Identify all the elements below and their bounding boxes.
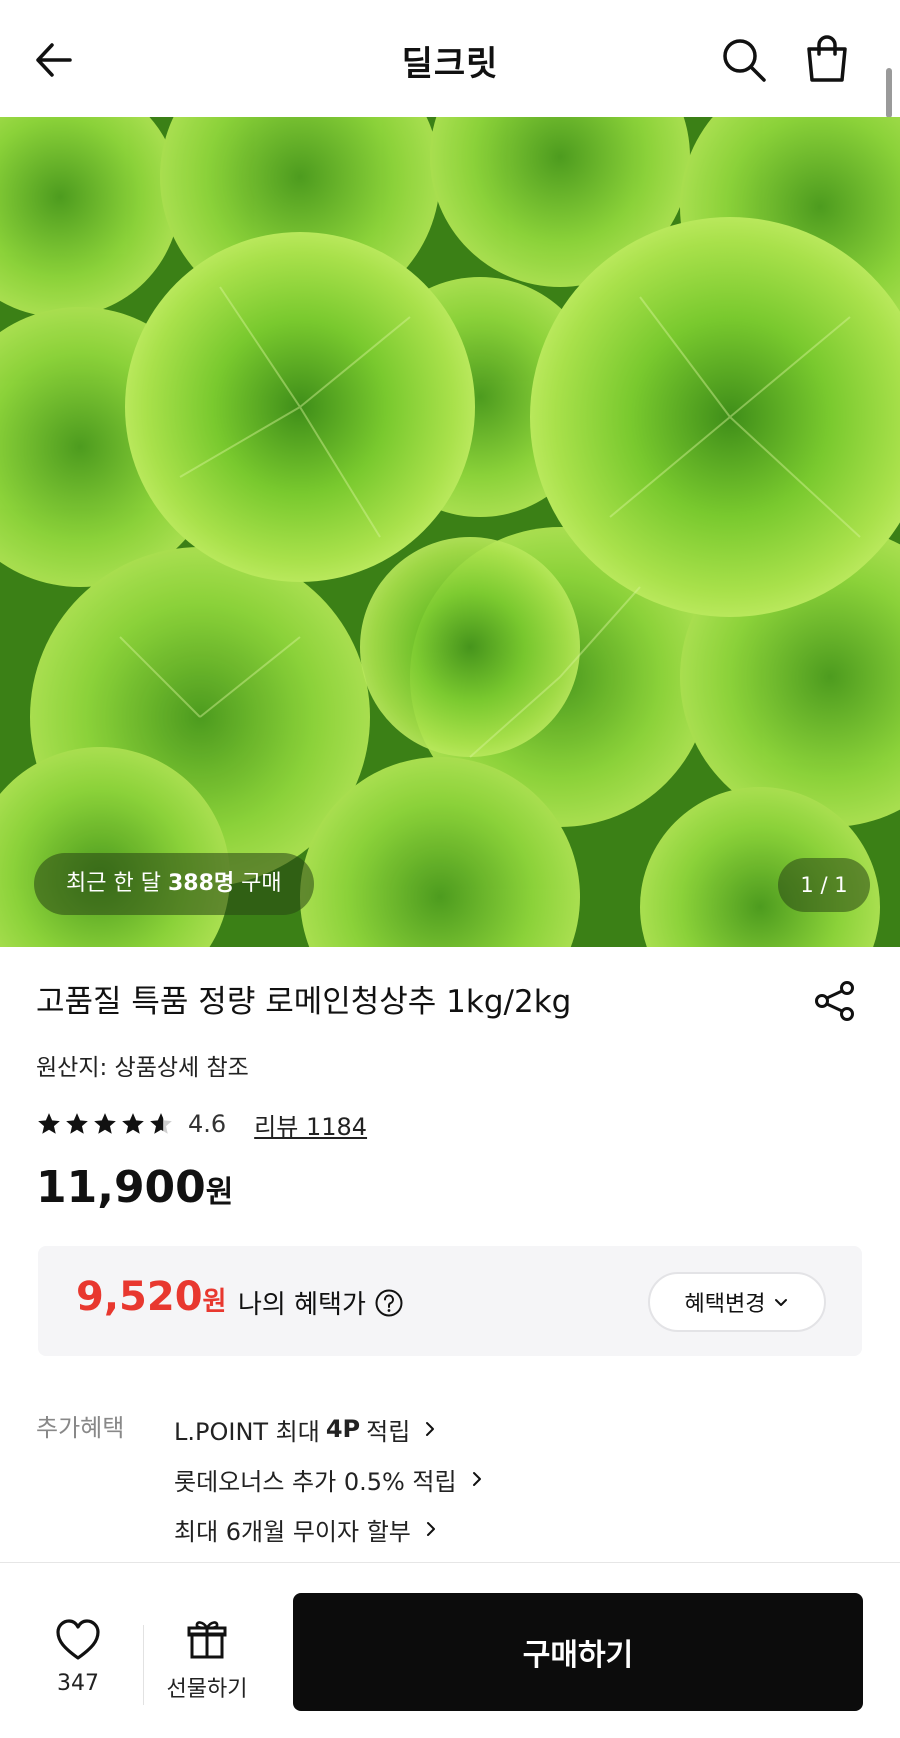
scrollbar[interactable] <box>886 68 892 118</box>
top-header: 딜크릿 <box>0 0 900 117</box>
change-benefit-label: 혜택변경 <box>684 1292 766 1317</box>
benefit-lpoint[interactable]: L.POINT 최대 4P 적립 <box>174 1404 485 1454</box>
question-circle-icon[interactable] <box>374 1288 404 1318</box>
buy-button[interactable]: 구매하기 <box>293 1593 863 1711</box>
product-image[interactable]: 최근 한 달 388명 구매 1 / 1 <box>0 117 900 947</box>
benefit-highlight: 4P <box>325 1415 361 1443</box>
like-button[interactable]: 347 <box>40 1617 116 1696</box>
rating-value: 4.6 <box>188 1110 227 1138</box>
original-price: 11,900원 <box>36 1162 233 1213</box>
share-icon[interactable] <box>812 978 858 1024</box>
recent-count: 388명 <box>167 871 235 896</box>
review-link[interactable]: 리뷰 1184 <box>254 1107 367 1142</box>
gift-icon <box>187 1621 227 1659</box>
benefit-text: L.POINT 최대 <box>174 1417 320 1446</box>
benefit-price: 9,520원 <box>76 1274 226 1320</box>
benefit-suffix: 적립 <box>366 1417 411 1446</box>
benefit-lotte-owners[interactable]: 롯데오너스 추가 0.5% 적립 <box>174 1454 485 1504</box>
half-star-icon <box>150 1113 172 1134</box>
change-benefit-button[interactable]: 혜택변경 <box>648 1272 826 1332</box>
benefit-price-unit: 원 <box>202 1287 227 1317</box>
star-icon <box>94 1113 116 1134</box>
divider <box>143 1625 144 1705</box>
price-unit: 원 <box>205 1175 234 1210</box>
star-icon <box>66 1113 88 1134</box>
recent-purchase-badge: 최근 한 달 388명 구매 <box>34 853 314 915</box>
recent-prefix: 최근 한 달 <box>66 871 161 896</box>
search-icon[interactable] <box>718 34 770 86</box>
price-amount: 11,900 <box>36 1162 206 1213</box>
star-rating <box>36 1111 174 1137</box>
extra-benefits-label: 추가혜택 <box>36 1414 125 1442</box>
benefit-text: 롯데오너스 추가 0.5% 적립 <box>174 1467 457 1496</box>
star-icon <box>122 1113 144 1134</box>
gift-button[interactable]: 선물하기 <box>158 1617 256 1703</box>
benefit-label: 나의 혜택가 <box>238 1284 404 1321</box>
benefit-installment[interactable]: 최대 6개월 무이자 할부 <box>174 1504 485 1554</box>
chevron-down-icon <box>775 1299 788 1306</box>
image-page-indicator: 1 / 1 <box>778 858 870 912</box>
benefit-price-box: 9,520원 나의 혜택가 혜택변경 <box>38 1246 862 1356</box>
product-title: 고품질 특품 정량 로메인청상추 1kg/2kg <box>36 984 572 1020</box>
origin-text: 원산지: 상품상세 참조 <box>36 1055 249 1081</box>
bottom-action-bar: 347 선물하기 구매하기 <box>0 1562 900 1738</box>
heart-icon <box>56 1619 100 1660</box>
extra-benefits-list: L.POINT 최대 4P 적립 롯데오너스 추가 0.5% 적립 최대 6개월… <box>174 1404 485 1554</box>
lettuce-image <box>0 117 900 947</box>
like-count: 347 <box>57 1671 99 1696</box>
rating-row: 4.6 리뷰 1184 <box>36 1106 367 1142</box>
benefit-price-amount: 9,520 <box>76 1274 203 1320</box>
chevron-right-icon <box>426 1522 435 1536</box>
gift-label: 선물하기 <box>166 1677 248 1702</box>
benefit-text: 최대 6개월 무이자 할부 <box>174 1517 411 1546</box>
chevron-right-icon <box>426 1422 435 1436</box>
shopping-bag-icon[interactable] <box>800 32 854 86</box>
recent-suffix: 구매 <box>241 871 282 896</box>
star-icon <box>38 1113 60 1134</box>
chevron-right-icon <box>472 1472 481 1486</box>
benefit-label-text: 나의 혜택가 <box>238 1290 366 1320</box>
